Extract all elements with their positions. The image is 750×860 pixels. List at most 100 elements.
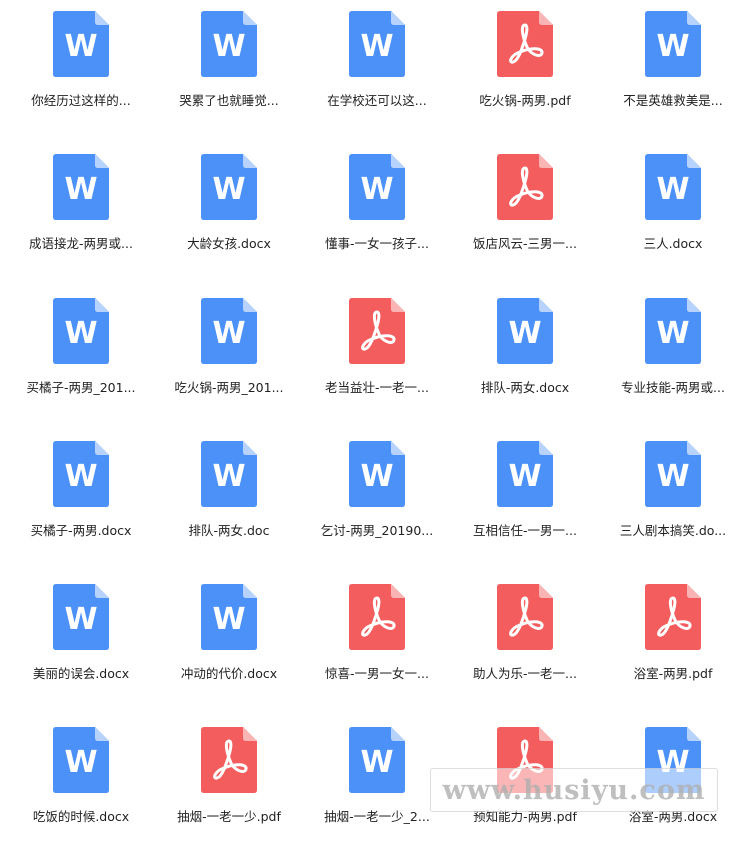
pdf-file-item[interactable]: 浴室-两男.pdf <box>599 573 747 716</box>
file-name-label: 大龄女孩.docx <box>187 236 271 252</box>
word-file-item[interactable]: W 吃饭的时候.docx <box>7 716 155 859</box>
word-file-item[interactable]: W 买橘子-两男.docx <box>7 430 155 573</box>
word-file-item[interactable]: W 你经历过这样的... <box>7 0 155 143</box>
word-document-icon: W <box>53 584 109 651</box>
word-letter: W <box>508 459 541 494</box>
file-name-label: 饭店风云-三男一... <box>473 236 577 252</box>
word-document-icon: W <box>497 440 553 507</box>
word-document-icon: W <box>201 440 257 507</box>
file-name-label: 乞讨-两男_20190... <box>320 522 434 538</box>
word-letter: W <box>212 29 245 64</box>
pdf-file-item[interactable]: 助人为乐-一老一... <box>451 573 599 716</box>
pdf-document-icon <box>201 727 257 794</box>
file-name-label: 惊喜-一男一女一... <box>325 666 429 682</box>
word-letter: W <box>360 29 393 64</box>
word-document-icon: W <box>201 297 257 364</box>
word-file-item[interactable]: W 冲动的代价.docx <box>155 573 303 716</box>
pdf-file-item[interactable]: 饭店风云-三男一... <box>451 143 599 286</box>
word-letter: W <box>360 172 393 207</box>
word-file-item[interactable]: W 抽烟-一老一少_2... <box>303 716 451 859</box>
pdf-file-item[interactable]: 预知能力-两男.pdf <box>451 716 599 859</box>
word-file-item[interactable]: W 浴室-两男.docx <box>599 716 747 859</box>
word-letter: W <box>212 602 245 637</box>
word-file-item[interactable]: W 哭累了也就睡觉... <box>155 0 303 143</box>
file-name-label: 老当益壮-一老一... <box>325 379 429 395</box>
word-letter: W <box>656 459 689 494</box>
word-file-item[interactable]: W 买橘子-两男_201... <box>7 287 155 430</box>
word-letter: W <box>508 316 541 351</box>
word-letter: W <box>64 172 97 207</box>
word-document-icon: W <box>53 297 109 364</box>
pdf-file-item[interactable]: 抽烟-一老一少.pdf <box>155 716 303 859</box>
word-file-item[interactable]: W 成语接龙-两男或... <box>7 143 155 286</box>
word-letter: W <box>360 745 393 780</box>
pdf-document-icon <box>497 11 553 77</box>
word-document-icon: W <box>53 154 109 221</box>
file-name-label: 吃火锅-两男.pdf <box>479 93 571 108</box>
file-name-label: 排队-两女.docx <box>480 379 570 395</box>
pdf-document-icon <box>497 584 553 651</box>
word-file-item[interactable]: W 乞讨-两男_20190... <box>303 430 451 573</box>
pdf-file-item[interactable]: 吃火锅-两男.pdf <box>451 0 599 143</box>
word-file-item[interactable]: W 排队-两女.docx <box>451 287 599 430</box>
file-name-label: 吃火锅-两男_201... <box>174 379 284 395</box>
word-document-icon: W <box>53 11 109 77</box>
pdf-file-item[interactable]: 老当益壮-一老一... <box>303 287 451 430</box>
file-name-label: 你经历过这样的... <box>31 93 131 108</box>
file-name-label: 买橘子-两男_201... <box>26 379 136 395</box>
word-document-icon: W <box>349 154 405 221</box>
word-letter: W <box>360 459 393 494</box>
word-file-item[interactable]: W 专业技能-两男或... <box>599 287 747 430</box>
pdf-document-icon <box>497 154 553 221</box>
word-letter: W <box>64 602 97 637</box>
file-name-label: 在学校还可以这... <box>327 93 427 108</box>
file-name-label: 冲动的代价.docx <box>180 666 278 682</box>
word-file-item[interactable]: W 懂事-一女一孩子... <box>303 143 451 286</box>
word-document-icon: W <box>645 440 701 507</box>
file-name-label: 吃饭的时候.docx <box>32 809 130 825</box>
word-document-icon: W <box>349 11 405 77</box>
word-letter: W <box>64 29 97 64</box>
file-name-label: 互相信任-一男一... <box>473 522 577 538</box>
word-letter: W <box>212 172 245 207</box>
word-letter: W <box>64 459 97 494</box>
word-file-item[interactable]: W 美丽的误会.docx <box>7 573 155 716</box>
word-document-icon: W <box>497 297 553 364</box>
word-letter: W <box>656 745 689 780</box>
file-name-label: 抽烟-一老一少.pdf <box>177 809 281 825</box>
pdf-document-icon <box>349 584 405 651</box>
file-name-label: 懂事-一女一孩子... <box>325 236 429 252</box>
word-letter: W <box>656 172 689 207</box>
word-document-icon: W <box>645 297 701 364</box>
file-name-label: 美丽的误会.docx <box>32 666 130 682</box>
word-letter: W <box>64 745 97 780</box>
file-name-label: 不是英雄救美是... <box>623 93 723 108</box>
word-file-item[interactable]: W 在学校还可以这... <box>303 0 451 143</box>
file-name-label: 三人剧本搞笑.do... <box>619 522 727 538</box>
file-name-label: 助人为乐-一老一... <box>473 666 577 682</box>
file-name-label: 哭累了也就睡觉... <box>179 93 279 108</box>
word-file-item[interactable]: W 不是英雄救美是... <box>599 0 747 143</box>
word-file-item[interactable]: W 互相信任-一男一... <box>451 430 599 573</box>
pdf-document-icon <box>349 297 405 364</box>
word-document-icon: W <box>201 584 257 651</box>
word-document-icon: W <box>645 727 701 794</box>
word-letter: W <box>656 316 689 351</box>
file-name-label: 专业技能-两男或... <box>621 379 725 395</box>
word-document-icon: W <box>53 440 109 507</box>
word-document-icon: W <box>201 154 257 221</box>
word-file-item[interactable]: W 三人剧本搞笑.do... <box>599 430 747 573</box>
pdf-file-item[interactable]: 惊喜-一男一女一... <box>303 573 451 716</box>
word-file-item[interactable]: W 排队-两女.doc <box>155 430 303 573</box>
word-letter: W <box>64 316 97 351</box>
file-name-label: 三人.docx <box>643 236 703 252</box>
word-file-item[interactable]: W 大龄女孩.docx <box>155 143 303 286</box>
word-file-item[interactable]: W 吃火锅-两男_201... <box>155 287 303 430</box>
file-grid: W 你经历过这样的... W 哭累了也就睡觉... W 在学校还可以这... 吃火锅-两男.… <box>7 0 747 843</box>
word-letter: W <box>212 459 245 494</box>
word-document-icon: W <box>645 11 701 77</box>
word-document-icon: W <box>349 440 405 507</box>
word-document-icon: W <box>645 154 701 221</box>
word-file-item[interactable]: W 三人.docx <box>599 143 747 286</box>
pdf-document-icon <box>497 727 553 794</box>
